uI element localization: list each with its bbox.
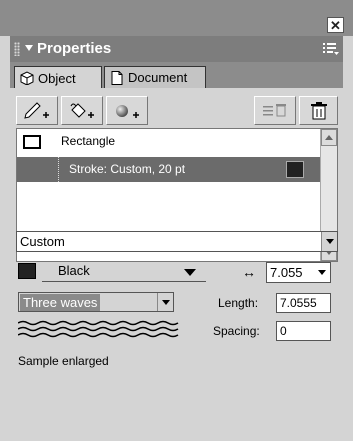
length-input[interactable]: 7.0555 [276, 293, 331, 313]
color-dropdown-arrow-icon[interactable] [184, 269, 196, 276]
add-stroke-button[interactable] [16, 96, 58, 125]
tab-bar: Object Document [10, 62, 343, 89]
dropdown-button[interactable] [157, 293, 173, 311]
delete-attribute-button[interactable] [254, 96, 296, 125]
object-cube-icon [20, 71, 34, 85]
stroke-color-swatch[interactable] [286, 161, 304, 178]
color-field-underline [42, 281, 206, 282]
paint-bucket-plus-icon [70, 102, 94, 118]
collapse-arrow-icon[interactable] [25, 45, 33, 51]
stroke-width-icon: ↔ [242, 264, 256, 280]
panel-title: Properties [37, 40, 112, 57]
add-effect-button[interactable] [106, 96, 148, 125]
spacing-label: Spacing: [213, 324, 260, 338]
length-label: Length: [218, 296, 259, 310]
list-item-rectangle[interactable]: Rectangle [17, 129, 320, 155]
grip-handle-icon[interactable] [14, 42, 20, 56]
dropdown-button[interactable] [314, 263, 330, 282]
tab-object[interactable]: Object [14, 66, 102, 89]
chevron-down-icon [318, 270, 326, 275]
list-item-label: Stroke: Custom, 20 pt [69, 162, 186, 176]
window-title-bar: ✕ [0, 0, 353, 36]
rectangle-icon [23, 135, 41, 149]
list-delete-icon [263, 103, 286, 116]
tree-guide-line [58, 157, 59, 182]
list-item-stroke[interactable]: Stroke: Custom, 20 pt [17, 157, 320, 182]
attribute-toolbar [16, 96, 338, 125]
stroke-category-select[interactable]: Custom [16, 231, 338, 252]
stroke-width-select[interactable]: 7.055 [266, 262, 331, 283]
tab-object-label: Object [38, 70, 76, 86]
stroke-color-name: Black [58, 263, 90, 278]
stroke-width-value: 7.055 [270, 265, 303, 280]
arrow-up-icon [325, 135, 333, 140]
trash-icon [310, 101, 327, 119]
texture-select[interactable]: Three waves [18, 292, 174, 312]
properties-window: ✕ Properties Object Document Rectangle S… [0, 0, 353, 441]
dropdown-button[interactable] [321, 232, 337, 251]
chevron-down-icon [325, 239, 334, 244]
pencil-plus-icon [24, 101, 49, 119]
stroke-category-value: Custom [20, 234, 65, 249]
texture-sample-preview [18, 320, 179, 338]
panel-options-menu-icon[interactable] [323, 42, 339, 56]
chevron-down-icon [161, 299, 170, 305]
sample-enlarged-label: Sample enlarged [18, 354, 109, 368]
add-fill-button[interactable] [61, 96, 103, 125]
list-item-label: Rectangle [61, 134, 116, 148]
close-button[interactable]: ✕ [327, 17, 344, 33]
panel-content: Rectangle Stroke: Custom, 20 pt Custom [10, 88, 343, 429]
spacing-input[interactable]: 0 [276, 321, 331, 341]
trash-button[interactable] [299, 96, 338, 125]
close-icon: ✕ [330, 17, 341, 33]
panel-header[interactable]: Properties [10, 36, 343, 62]
scroll-up-button[interactable] [321, 129, 337, 146]
tab-document[interactable]: Document [104, 66, 206, 88]
effect-sphere-plus-icon [116, 104, 139, 118]
stroke-color-well[interactable] [18, 263, 36, 279]
texture-value: Three waves [20, 294, 101, 311]
tab-document-label: Document [128, 70, 188, 85]
document-icon [111, 70, 123, 85]
